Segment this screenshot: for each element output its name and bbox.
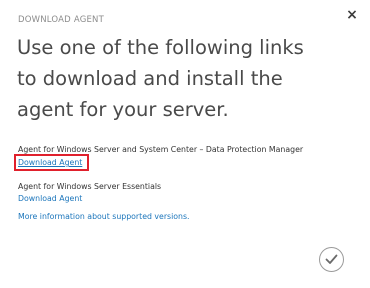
checkmark-icon [325, 254, 338, 264]
dialog-kicker: DOWNLOAD AGENT [18, 15, 105, 25]
dialog-headline: Use one of the following links to downlo… [17, 36, 304, 121]
essentials-download-agent-link[interactable]: Download Agent [18, 194, 82, 203]
dpm-agent-label: Agent for Windows Server and System Cent… [18, 145, 304, 154]
essentials-agent-label: Agent for Windows Server Essentials [18, 182, 162, 191]
download-agent-dialog: × DOWNLOAD AGENT Use one of the followin… [0, 0, 370, 288]
confirm-button[interactable] [319, 247, 344, 272]
more-info-link[interactable]: More information about supported version… [18, 212, 190, 221]
dpm-download-agent-link[interactable]: Download Agent [18, 158, 82, 167]
close-icon[interactable]: × [346, 8, 358, 22]
